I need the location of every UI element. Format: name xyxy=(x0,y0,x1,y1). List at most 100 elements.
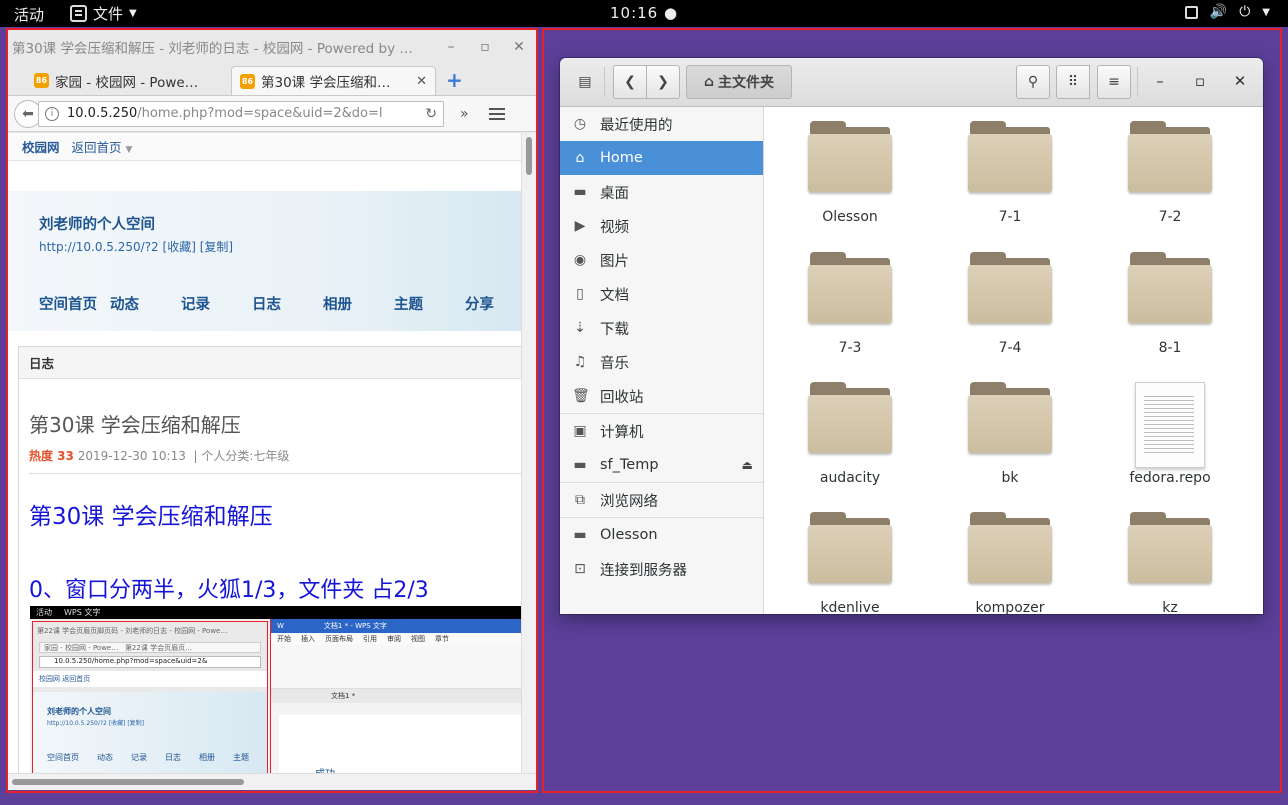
files-app-icon xyxy=(70,5,87,22)
nav-item[interactable]: 日志 xyxy=(252,293,323,314)
nav-item[interactable]: 主题 xyxy=(394,293,465,314)
space-link[interactable]: http://10.0.5.250/?2 [收藏] [复制] xyxy=(39,238,233,255)
top-bar: 活动 文件 ▼ 10:16 ● 🔊 ⏻ ▼ xyxy=(0,0,1288,27)
new-tab-button[interactable]: + xyxy=(446,68,463,92)
post-category[interactable]: 个人分类:七年级 xyxy=(201,449,289,463)
clock-icon: ◷ xyxy=(573,116,587,132)
nav-item[interactable]: 相册 xyxy=(323,293,394,314)
nav-item[interactable]: 分享 xyxy=(465,293,521,314)
minimize-button[interactable]: – xyxy=(1150,72,1170,90)
camera-icon: ◉ xyxy=(573,252,587,268)
file-item[interactable]: 8-1 xyxy=(1100,252,1240,356)
sidebar-item-sf-temp[interactable]: ▬ sf_Temp ⏏ xyxy=(560,448,763,482)
post-date: 2019-12-30 10:13 xyxy=(77,449,186,463)
page-content: 校园网 返回首页 ▼ 刘老师的个人空间 http://10.0.5.250/?2… xyxy=(8,133,521,773)
tab-home[interactable]: 86 家园 - 校园网 - Powe… xyxy=(26,66,231,95)
hamburger-menu-icon[interactable] xyxy=(488,107,505,120)
clock[interactable]: 10:16 ● xyxy=(610,4,678,22)
maximize-button[interactable]: ▫ xyxy=(1190,72,1210,90)
horizontal-scrollbar[interactable] xyxy=(8,773,536,790)
folder-icon xyxy=(808,121,892,193)
network-icon: ⧉ xyxy=(575,492,585,508)
post-meta: 热度 33 2019-12-30 10:13 | 个人分类:七年级 xyxy=(29,449,290,463)
path-home-button[interactable]: ⌂ 主文件夹 xyxy=(686,65,792,99)
forward-button[interactable]: ❯ xyxy=(646,65,680,99)
vertical-scrollbar[interactable] xyxy=(521,133,536,773)
file-item[interactable]: 7-3 xyxy=(780,252,920,356)
system-menu[interactable]: 🔊 ⏻ ▼ xyxy=(1184,4,1270,20)
sidebar-item-desktop[interactable]: ▬ 桌面 xyxy=(560,175,763,209)
nav-item[interactable]: 动态 xyxy=(110,293,181,314)
section-header: 日志 xyxy=(19,347,521,379)
close-button[interactable]: ✕ xyxy=(1230,72,1250,90)
file-item[interactable]: 7-1 xyxy=(940,121,1080,225)
firefox-titlebar[interactable]: 第30课 学会压缩和解压 - 刘老师的日志 - 校园网 - Powered by… xyxy=(8,30,536,64)
sidebar-item-home[interactable]: ⌂ Home xyxy=(560,141,763,175)
thumb-wps-toolbar xyxy=(271,645,521,689)
thumb-wps-document: 成功 xyxy=(279,715,521,773)
sidebar-item-pictures[interactable]: ◉ 图片 xyxy=(560,243,763,277)
folder-icon xyxy=(968,382,1052,454)
scroll-thumb[interactable] xyxy=(526,137,532,175)
tab-close-icon[interactable]: ✕ xyxy=(416,74,427,89)
app-menu[interactable]: 文件 ▼ xyxy=(70,3,137,24)
file-item[interactable]: kdenlive xyxy=(780,512,920,614)
file-item[interactable]: kz xyxy=(1100,512,1240,614)
separator xyxy=(604,67,605,97)
minimize-button[interactable]: – xyxy=(434,39,468,55)
file-item[interactable]: fedora.repo xyxy=(1100,382,1240,486)
files-window: ▤ ❮ ❯ ⌂ 主文件夹 ⚲ ⠿ ≡ – ▫ ✕ ◷ 最近使用的 ⌂ Home ▬ 桌… xyxy=(560,58,1263,614)
nav-item[interactable]: 记录 xyxy=(181,293,252,314)
back-button[interactable]: ❮ xyxy=(613,65,647,99)
volume-icon: 🔊 xyxy=(1209,4,1228,20)
tab-lesson30[interactable]: 86 第30课 学会压缩和… ✕ xyxy=(231,66,436,95)
file-item[interactable]: 7-4 xyxy=(940,252,1080,356)
sidebar-item-recent[interactable]: ◷ 最近使用的 xyxy=(560,107,763,141)
file-item[interactable]: bk xyxy=(940,382,1080,486)
search-button[interactable]: ⚲ xyxy=(1016,65,1050,99)
thumb-ff-url: 10.0.5.250/home.php?mod=space&uid=2& xyxy=(39,656,261,668)
close-button[interactable]: ✕ xyxy=(502,39,536,55)
file-name: kompozer xyxy=(975,600,1045,614)
file-name: audacity xyxy=(819,470,881,486)
sidebar-item-documents[interactable]: ▯ 文档 xyxy=(560,277,763,311)
menu-button[interactable]: ≡ xyxy=(1097,65,1131,99)
reload-icon[interactable]: ↻ xyxy=(425,106,437,122)
sidebar-item-videos[interactable]: ▶ 视频 xyxy=(560,209,763,243)
sidebar-item-trash[interactable]: 🗑 回收站 xyxy=(560,379,763,413)
places-sidebar: ◷ 最近使用的 ⌂ Home ▬ 桌面 ▶ 视频 ◉ 图片 ▯ 文档 ⇣ 下载 ♫ 音乐 🗑 回收… xyxy=(560,107,764,614)
sidebar-item-downloads[interactable]: ⇣ 下载 xyxy=(560,311,763,345)
site-topbar: 校园网 返回首页 ▼ xyxy=(8,133,521,161)
tab-strip: 86 家园 - 校园网 - Powe… 86 第30课 学会压缩和… ✕ + xyxy=(8,64,536,96)
menu-icon: ≡ xyxy=(1108,74,1120,90)
power-icon: ⏻ xyxy=(1239,4,1251,20)
sidebar-item-computer[interactable]: ▣ 计算机 xyxy=(560,414,763,448)
url-bar[interactable]: i 10.0.5.250/home.php?mod=space&uid=2&do… xyxy=(38,100,444,127)
activities-button[interactable]: 活动 xyxy=(14,4,44,25)
site-name-link[interactable]: 校园网 xyxy=(22,137,60,156)
eject-icon[interactable]: ⏏ xyxy=(742,458,753,472)
post-subheading: 0、窗口分两半，火狐1/3，文件夹 占2/3 xyxy=(29,578,429,603)
scroll-thumb[interactable] xyxy=(12,779,244,785)
back-home-link[interactable]: 返回首页 ▼ xyxy=(72,137,133,156)
sidebar-item-network[interactable]: ⧉ 浏览网络 xyxy=(560,483,763,517)
sidebar-item-music[interactable]: ♫ 音乐 xyxy=(560,345,763,379)
thumb-activities: 活动 xyxy=(36,608,52,617)
nav-item[interactable]: 空间首页 xyxy=(39,293,110,314)
info-icon[interactable]: i xyxy=(45,106,59,121)
folder-icon xyxy=(968,512,1052,584)
sidebar-item-connect-server[interactable]: ⊡ 连接到服务器 xyxy=(560,552,763,586)
view-grid-button[interactable]: ⠿ xyxy=(1056,65,1090,99)
thumb-ff-link: http://10.0.5.250/?2 [收藏] [复制] xyxy=(47,720,145,727)
overflow-menu-button[interactable]: » xyxy=(460,106,469,122)
video-icon: ▶ xyxy=(574,218,586,234)
file-item[interactable]: 7-2 xyxy=(1100,121,1240,225)
chevron-down-icon: ▼ xyxy=(1262,6,1270,18)
file-item[interactable]: audacity xyxy=(780,382,920,486)
maximize-button[interactable]: ▫ xyxy=(468,39,502,55)
thumb-ff-owner: 刘老师的个人空间 xyxy=(47,707,111,716)
file-item[interactable]: Olesson xyxy=(780,121,920,225)
space-owner-title[interactable]: 刘老师的个人空间 xyxy=(39,213,155,234)
sidebar-item-olesson[interactable]: ▬ Olesson xyxy=(560,518,763,552)
file-item[interactable]: kompozer xyxy=(940,512,1080,614)
